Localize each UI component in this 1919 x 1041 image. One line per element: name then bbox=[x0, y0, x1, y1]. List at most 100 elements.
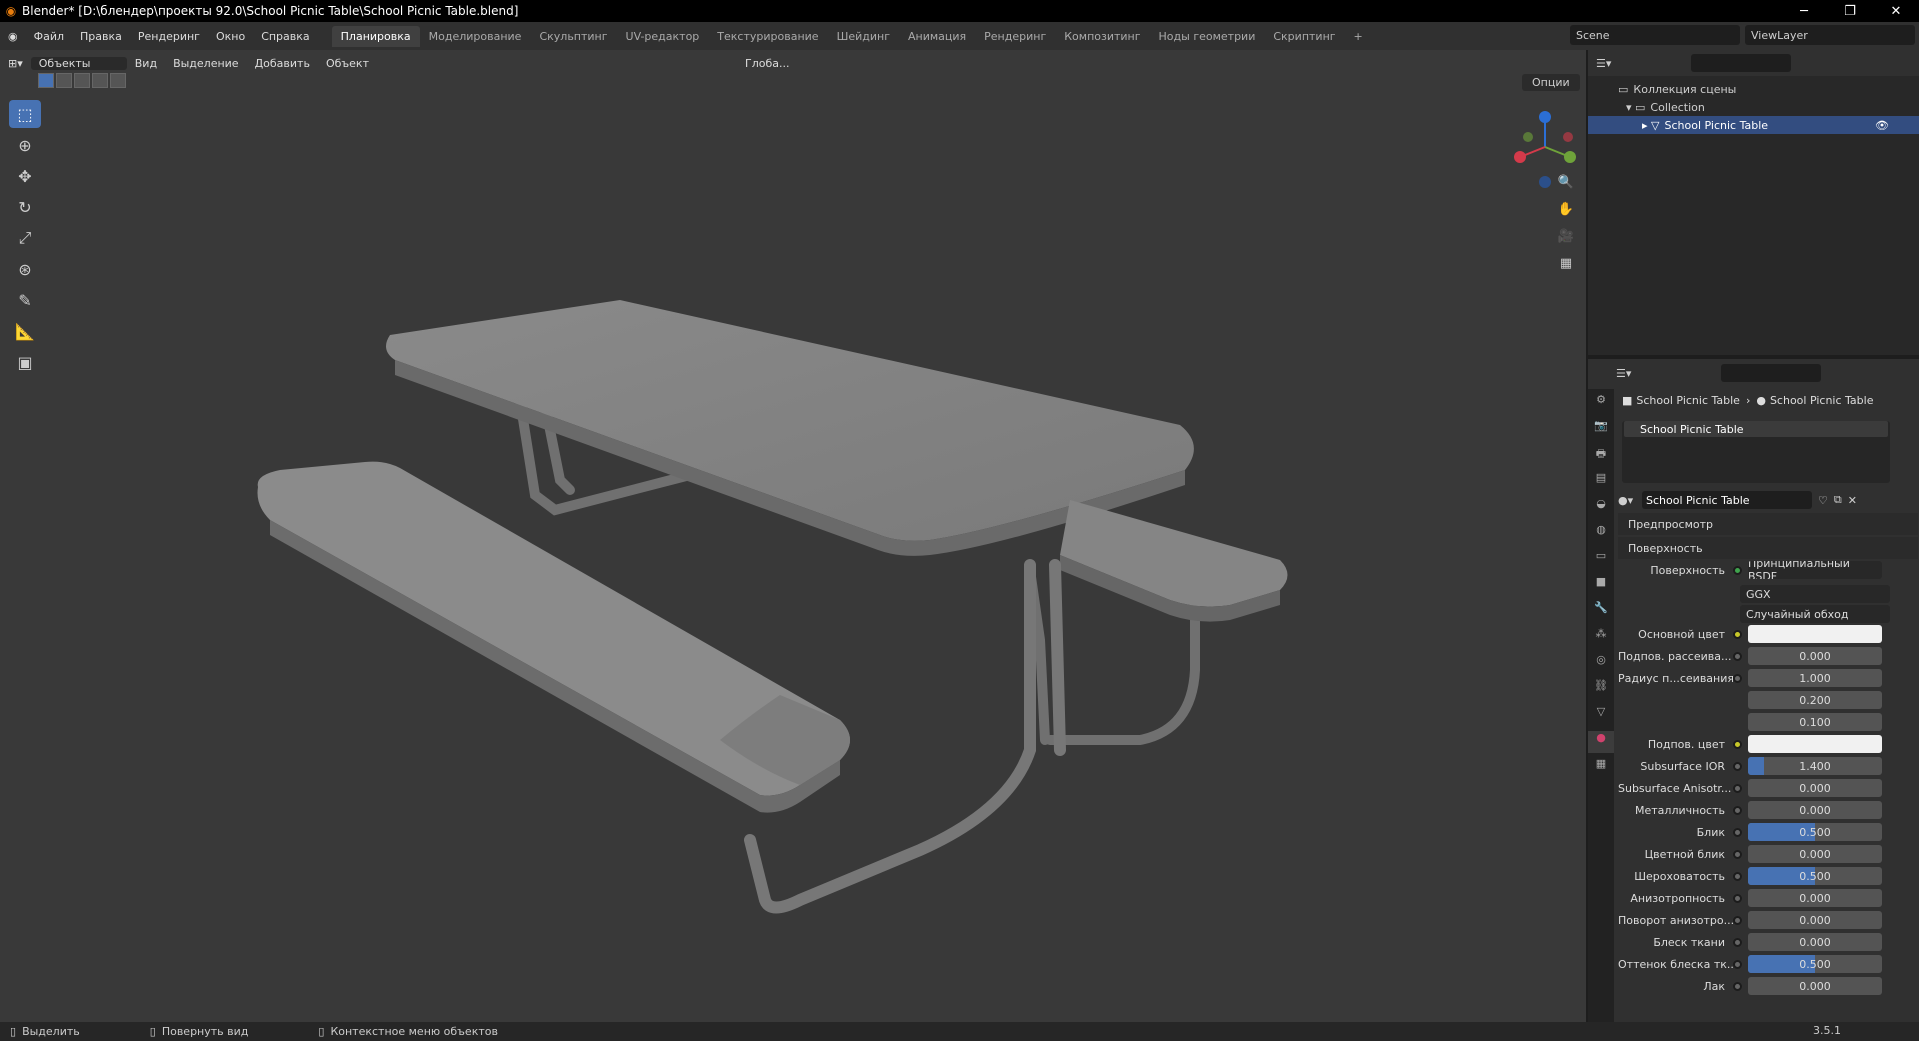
workspace-tab[interactable]: Планировка bbox=[331, 25, 420, 47]
grid-view-icon[interactable]: ▦ bbox=[1555, 256, 1577, 278]
unlink-material-icon[interactable]: ✕ bbox=[1848, 494, 1857, 507]
properties-editor-icon[interactable]: ☰▾ bbox=[1616, 367, 1631, 380]
workspace-tab[interactable]: Моделирование bbox=[420, 26, 531, 47]
render-tab-icon[interactable]: 📷 bbox=[1588, 419, 1614, 441]
workspace-tab[interactable]: Скриптинг bbox=[1264, 26, 1344, 47]
minimize-button[interactable]: ─ bbox=[1781, 0, 1827, 22]
value-field[interactable]: 0.500 bbox=[1748, 867, 1882, 885]
value-text: 0.000 bbox=[1799, 649, 1831, 663]
menu-item[interactable]: Справка bbox=[253, 30, 317, 43]
texture-tab-icon[interactable]: ▦ bbox=[1588, 757, 1614, 779]
socket-icon[interactable] bbox=[1733, 651, 1742, 661]
value-field[interactable]: 0.000 bbox=[1748, 933, 1882, 951]
workspace-tab[interactable]: Композитинг bbox=[1055, 26, 1149, 47]
scene-selector[interactable]: Scene bbox=[1570, 25, 1740, 45]
subsurface-method-dropdown[interactable]: Случайный обход bbox=[1740, 605, 1890, 623]
tool-tab-icon[interactable]: ⚙ bbox=[1588, 393, 1614, 415]
scene-collection-row[interactable]: ▭ Коллекция сцены bbox=[1588, 80, 1919, 98]
modifier-tab-icon[interactable]: 🔧 bbox=[1588, 601, 1614, 623]
object-tab-icon[interactable]: ■ bbox=[1588, 575, 1614, 597]
preview-panel-header[interactable]: Предпросмотр bbox=[1618, 513, 1918, 535]
material-slot-list[interactable]: School Picnic Table bbox=[1622, 421, 1890, 483]
socket-icon[interactable] bbox=[1733, 783, 1742, 793]
material-slot[interactable]: School Picnic Table bbox=[1624, 421, 1888, 437]
distribution-dropdown[interactable]: GGX bbox=[1740, 585, 1890, 603]
color-field[interactable] bbox=[1748, 625, 1882, 643]
collection-row[interactable]: ▾ ▭ Collection bbox=[1588, 98, 1919, 116]
socket-icon[interactable] bbox=[1733, 673, 1742, 683]
value-field[interactable]: 0.000 bbox=[1748, 779, 1882, 797]
blender-menu-icon[interactable]: ◉ bbox=[0, 30, 26, 43]
value-field[interactable]: 1.000 bbox=[1748, 669, 1882, 687]
socket-icon[interactable] bbox=[1733, 739, 1742, 749]
value-field[interactable]: 0.000 bbox=[1748, 801, 1882, 819]
menu-item[interactable]: Правка bbox=[72, 30, 130, 43]
surface-shader-field[interactable]: Принципиальный BSDF bbox=[1748, 561, 1882, 579]
zoom-icon[interactable]: 🔍 bbox=[1555, 175, 1577, 197]
value-field[interactable]: 0.000 bbox=[1748, 889, 1882, 907]
socket-icon[interactable] bbox=[1733, 915, 1742, 925]
menu-item[interactable]: Рендеринг bbox=[130, 30, 208, 43]
socket-icon[interactable] bbox=[1733, 629, 1742, 639]
value-field[interactable]: 0.000 bbox=[1748, 647, 1882, 665]
socket-icon[interactable] bbox=[1733, 827, 1742, 837]
value-field[interactable]: 0.200 bbox=[1748, 691, 1882, 709]
outliner-editor-icon[interactable]: ☰▾ bbox=[1596, 57, 1611, 70]
workspace-tab[interactable]: Шейдинг bbox=[828, 26, 899, 47]
socket-icon[interactable] bbox=[1733, 959, 1742, 969]
workspace-tab[interactable]: UV-редактор bbox=[617, 26, 709, 47]
3d-viewport[interactable]: ⊞▾ Объекты Вид Выделение Добавить Объект… bbox=[0, 50, 1586, 1022]
value-field[interactable]: 0.100 bbox=[1748, 713, 1882, 731]
surface-panel-header[interactable]: Поверхность bbox=[1618, 537, 1918, 559]
material-name-field[interactable]: School Picnic Table bbox=[1642, 491, 1812, 509]
value-field[interactable]: 0.000 bbox=[1748, 977, 1882, 995]
socket-icon[interactable] bbox=[1733, 871, 1742, 881]
workspace-tab[interactable]: Текстурирование bbox=[708, 26, 827, 47]
color-field[interactable] bbox=[1748, 735, 1882, 753]
socket-icon[interactable] bbox=[1733, 981, 1742, 991]
restore-button[interactable]: ❐ bbox=[1827, 0, 1873, 22]
constraints-tab-icon[interactable]: ⛓ bbox=[1588, 679, 1614, 701]
socket-icon[interactable] bbox=[1733, 849, 1742, 859]
scene-tab-icon[interactable]: ◒ bbox=[1588, 497, 1614, 519]
workspace-tab[interactable]: Анимация bbox=[899, 26, 975, 47]
picnic-table-model[interactable] bbox=[0, 50, 1586, 1022]
physics-tab-icon[interactable]: ◎ bbox=[1588, 653, 1614, 675]
world-tab-icon[interactable]: ◍ bbox=[1588, 523, 1614, 545]
camera-view-icon[interactable]: 🎥 bbox=[1555, 229, 1577, 251]
view-layer-selector[interactable]: ViewLayer bbox=[1745, 25, 1915, 45]
outliner-search-input[interactable] bbox=[1691, 54, 1792, 72]
material-tab-icon[interactable]: ● bbox=[1588, 731, 1614, 753]
menu-item[interactable]: Файл bbox=[26, 30, 72, 43]
particles-tab-icon[interactable]: ⁂ bbox=[1588, 627, 1614, 649]
output-tab-icon[interactable]: 🖶 bbox=[1588, 445, 1614, 467]
value-field[interactable]: 0.500 bbox=[1748, 955, 1882, 973]
duplicate-material-icon[interactable]: ⧉ bbox=[1834, 493, 1842, 507]
bsdf-input-row: 0.100 bbox=[1618, 711, 1918, 733]
socket-icon[interactable] bbox=[1733, 761, 1742, 771]
value-field[interactable]: 0.000 bbox=[1748, 845, 1882, 863]
workspace-tab[interactable]: Рендеринг bbox=[975, 26, 1055, 47]
bsdf-input-row: Шероховатость 0.500 bbox=[1618, 865, 1918, 887]
workspace-tab[interactable]: Ноды геометрии bbox=[1150, 26, 1265, 47]
object-row[interactable]: ▸ ▽ School Picnic Table 👁 bbox=[1588, 116, 1919, 134]
collection-tab-icon[interactable]: ▭ bbox=[1588, 549, 1614, 571]
menu-item[interactable]: Окно bbox=[208, 30, 253, 43]
pan-hand-icon[interactable]: ✋ bbox=[1555, 202, 1577, 224]
socket-icon[interactable] bbox=[1733, 893, 1742, 903]
material-browse-icon[interactable]: ●▾ bbox=[1618, 494, 1642, 507]
socket-icon[interactable] bbox=[1733, 937, 1742, 947]
properties-search-input[interactable] bbox=[1721, 364, 1822, 382]
view-layer-tab-icon[interactable]: ▤ bbox=[1588, 471, 1614, 493]
workspace-tab[interactable]: Скульптинг bbox=[530, 26, 616, 47]
socket-icon[interactable] bbox=[1733, 805, 1742, 815]
close-button[interactable]: ✕ bbox=[1873, 0, 1919, 22]
main-menu: Файл Правка Рендеринг Окно Справка bbox=[26, 30, 318, 43]
workspace-tab[interactable]: + bbox=[1345, 26, 1372, 47]
value-field[interactable]: 0.000 bbox=[1748, 911, 1882, 929]
value-field[interactable]: 0.500 bbox=[1748, 823, 1882, 841]
data-tab-icon[interactable]: ▽ bbox=[1588, 705, 1614, 727]
fake-user-icon[interactable]: ♡ bbox=[1818, 494, 1828, 507]
visibility-eye-icon[interactable]: 👁 bbox=[1875, 119, 1889, 132]
value-field[interactable]: 1.400 bbox=[1748, 757, 1882, 775]
